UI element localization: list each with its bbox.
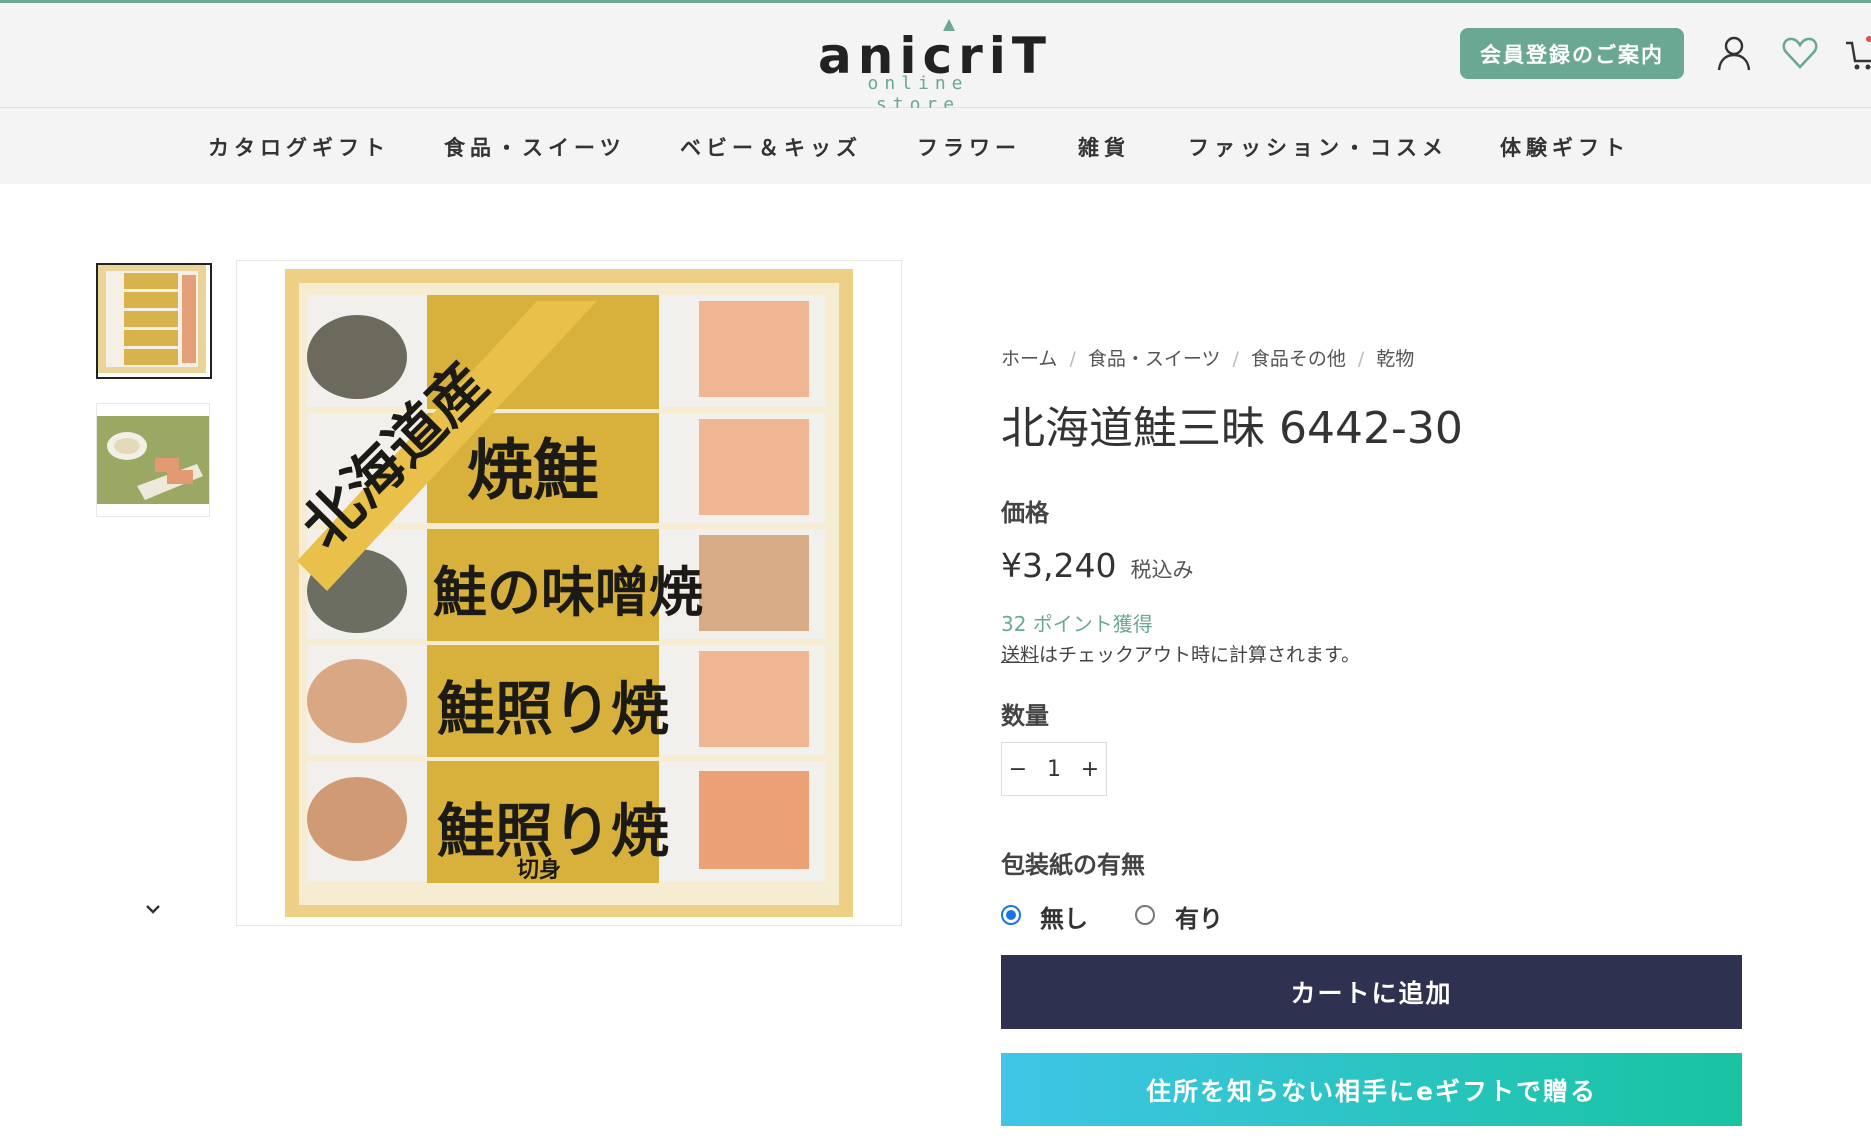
nav-item-flower[interactable]: フラワー — [917, 132, 1021, 162]
heart-icon[interactable] — [1780, 33, 1820, 73]
shipping-note-text: はチェックアウト時に計算されます。 — [1039, 644, 1361, 666]
quantity-input[interactable]: 1 — [1034, 743, 1074, 795]
account-icon[interactable] — [1714, 33, 1754, 73]
breadcrumb: ホーム / 食品・スイーツ / 食品その他 / 乾物 — [1001, 344, 1414, 371]
egift-button[interactable]: 住所を知らない相手にeギフトで贈る — [1001, 1053, 1742, 1126]
image-label-teriyaki-salmon-2: 鮭照り焼 — [437, 797, 669, 865]
nav-item-goods[interactable]: 雑貨 — [1078, 132, 1130, 162]
price-value: ¥3,240 — [1001, 546, 1117, 585]
image-label-teriyaki-salmon-1: 鮭照り焼 — [437, 675, 669, 743]
wrapping-label: 包装紙の有無 — [1001, 851, 1145, 879]
nav-item-experience-gift[interactable]: 体験ギフト — [1500, 132, 1630, 162]
serving-plate-thumbnail-image — [97, 404, 209, 516]
cart-icon[interactable] — [1844, 33, 1871, 73]
price-label: 価格 — [1001, 499, 1049, 527]
breadcrumb-dried-goods[interactable]: 乾物 — [1376, 348, 1414, 370]
quantity-decrease-button[interactable]: − — [1002, 743, 1034, 795]
quantity-stepper: − 1 + — [1001, 742, 1107, 796]
image-label-grilled-salmon: 焼鮭 — [467, 431, 599, 509]
breadcrumb-separator: / — [1069, 348, 1076, 370]
shipping-note: 送料はチェックアウト時に計算されます。 — [1001, 640, 1360, 667]
product-box-illustration: 北海道産 焼鮭 鮭の味噌焼 鮭照り焼 鮭照り焼 切身 — [285, 269, 853, 917]
breadcrumb-separator: / — [1232, 348, 1239, 370]
wrapping-none-radio[interactable] — [1001, 905, 1021, 925]
image-label-fillet: 切身 — [517, 857, 561, 883]
breadcrumb-food-sweets[interactable]: 食品・スイーツ — [1088, 348, 1221, 370]
product-title: 北海道鮭三昧 6442-30 — [1001, 403, 1463, 454]
wrapping-yes-radio[interactable] — [1135, 905, 1155, 925]
image-label-miso-salmon: 鮭の味噌焼 — [433, 560, 703, 624]
price: ¥3,240 税込み — [1001, 546, 1193, 585]
quantity-label: 数量 — [1001, 702, 1049, 730]
main-navigation: カタログギフト 食品・スイーツ ベビー＆キッズ フラワー 雑貨 ファッション・コ… — [0, 108, 1871, 184]
nav-item-catalog-gift[interactable]: カタログギフト — [208, 132, 390, 162]
add-to-cart-button[interactable]: カートに追加 — [1001, 955, 1742, 1029]
tax-note: 税込み — [1130, 558, 1194, 582]
nav-item-food-sweets[interactable]: 食品・スイーツ — [444, 132, 626, 162]
shipping-link[interactable]: 送料 — [1001, 644, 1039, 666]
breadcrumb-other-food[interactable]: 食品その他 — [1251, 348, 1346, 370]
breadcrumb-separator: / — [1357, 348, 1365, 370]
main-product-image[interactable]: 北海道産 焼鮭 鮭の味噌焼 鮭照り焼 鮭照り焼 切身 — [236, 260, 902, 926]
product-box-thumbnail-image — [98, 265, 206, 373]
wrapping-yes-label[interactable]: 有り — [1175, 899, 1223, 934]
breadcrumb-home[interactable]: ホーム — [1001, 348, 1057, 370]
member-registration-button[interactable]: 会員登録のご案内 — [1460, 28, 1684, 79]
site-logo[interactable]: anicriT online store — [818, 17, 1046, 115]
nav-item-fashion-cosme[interactable]: ファッション・コスメ — [1188, 132, 1448, 162]
nav-item-baby-kids[interactable]: ベビー＆キッズ — [680, 132, 862, 162]
quantity-increase-button[interactable]: + — [1074, 743, 1106, 795]
wrapping-none-label[interactable]: 無し — [1040, 899, 1088, 934]
points-earned: 32 ポイント獲得 — [1001, 612, 1153, 636]
chevron-down-icon[interactable] — [142, 898, 164, 920]
product-box-thumbnail[interactable] — [96, 263, 212, 379]
site-header: anicriT online store 会員登録のご案内 — [0, 3, 1871, 115]
serving-plate-thumbnail[interactable] — [96, 403, 210, 517]
